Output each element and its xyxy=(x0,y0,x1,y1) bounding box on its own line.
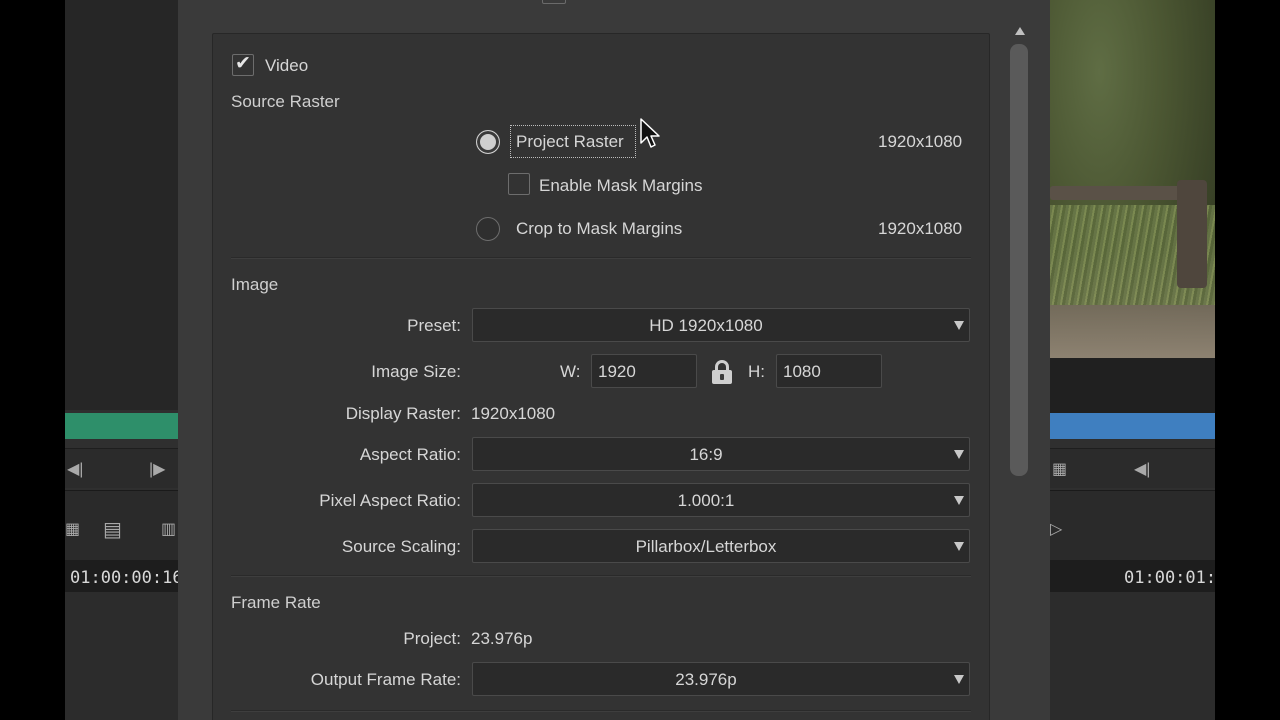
width-input[interactable]: 1920 xyxy=(591,354,697,388)
transport-bar-right: ▦ ◀| xyxy=(1050,448,1215,488)
grid-icon[interactable]: ▦ xyxy=(65,519,80,539)
preset-label: Preset: xyxy=(407,316,461,335)
step-back-icon[interactable]: ◀| xyxy=(1134,459,1150,479)
project-raster-value: 1920x1080 xyxy=(878,132,963,151)
source-scaling-dropdown[interactable]: Pillarbox/Letterbox xyxy=(472,529,970,563)
display-raster-label: Display Raster: xyxy=(345,404,461,423)
timecode-left: 01:00:00:16 xyxy=(70,568,178,588)
project-frame-rate-value: 23.976p xyxy=(471,629,533,648)
video-checkbox[interactable] xyxy=(232,52,254,76)
timeline-toolbar-right: ▷ xyxy=(1050,490,1215,560)
letterbox-left xyxy=(0,0,65,720)
timecode-right: 01:00:01: xyxy=(1124,568,1215,588)
export-settings-dialog: Video Source Raster Project Raster 1920x… xyxy=(178,0,1050,720)
mouse-pointer-icon xyxy=(640,118,660,148)
step-back-icon[interactable]: ◀| xyxy=(67,459,83,479)
chevron-down-icon xyxy=(952,450,966,460)
source-viewer xyxy=(65,0,178,410)
display-raster-value: 1920x1080 xyxy=(471,404,556,423)
height-label: H: xyxy=(748,362,765,381)
step-forward-icon[interactable]: |▶ xyxy=(149,459,165,479)
letterbox-right xyxy=(1215,0,1280,720)
pixel-aspect-value: 1.000:1 xyxy=(677,491,735,510)
chevron-down-icon xyxy=(952,321,966,331)
pixel-aspect-label: Pixel Aspect Ratio: xyxy=(319,491,461,510)
frame-rate-heading: Frame Rate xyxy=(231,593,321,612)
transport-bar-left: ◀| |▶ xyxy=(65,448,178,488)
crop-to-mask-value: 1920x1080 xyxy=(878,219,963,238)
play-small-icon[interactable]: ▷ xyxy=(1050,519,1062,539)
source-scaling-value: Pillarbox/Letterbox xyxy=(635,537,777,556)
output-frame-rate-label: Output Frame Rate: xyxy=(310,670,461,689)
timeline-toolbar-left: ▦ ▤ ▥ xyxy=(65,490,178,560)
lock-icon[interactable] xyxy=(712,360,732,384)
chevron-down-icon xyxy=(952,542,966,552)
aspect-ratio-label: Aspect Ratio: xyxy=(359,445,461,464)
timecode-bar-left: 01:00:00:16 xyxy=(65,560,178,592)
output-frame-rate-value: 23.976p xyxy=(675,670,737,689)
video-settings-panel: Video Source Raster Project Raster 1920x… xyxy=(212,33,990,720)
preset-dropdown[interactable]: HD 1920x1080 xyxy=(472,308,970,342)
aspect-ratio-dropdown[interactable]: 16:9 xyxy=(472,437,970,471)
source-raster-heading: Source Raster xyxy=(231,92,340,111)
record-monitor-frame xyxy=(1050,0,1215,358)
crop-to-mask-label[interactable]: Crop to Mask Margins xyxy=(516,219,682,239)
scrollbar-thumb[interactable] xyxy=(1010,44,1028,476)
crop-to-mask-radio[interactable] xyxy=(476,217,500,241)
timeline-tracks-right xyxy=(1050,592,1215,720)
collapse-handle[interactable] xyxy=(542,0,566,4)
image-heading: Image xyxy=(231,275,279,294)
section-divider xyxy=(231,710,971,712)
section-divider xyxy=(231,575,971,577)
image-size-label: Image Size: xyxy=(371,362,461,381)
width-label: W: xyxy=(560,362,581,381)
project-raster-radio[interactable] xyxy=(476,130,500,154)
enable-mask-margins-label: Enable Mask Margins xyxy=(539,176,703,195)
section-divider xyxy=(231,257,971,259)
source-scaling-label: Source Scaling: xyxy=(341,537,461,556)
film-icon[interactable]: ▦ xyxy=(1052,459,1067,479)
timecode-bar-right: 01:00:01: xyxy=(1050,560,1215,592)
timeline-tracks-left xyxy=(65,592,178,720)
timeline-clip-green xyxy=(65,413,178,439)
arrow-up-icon[interactable] xyxy=(1013,25,1027,37)
fence-rail xyxy=(1050,186,1197,200)
video-label: Video xyxy=(265,56,309,75)
segment-icon[interactable]: ▥ xyxy=(161,519,176,539)
timeline-clip-blue xyxy=(1050,413,1215,439)
monitor-info-bar xyxy=(1050,358,1215,413)
project-raster-label[interactable]: Project Raster xyxy=(516,132,624,152)
aspect-ratio-value: 16:9 xyxy=(689,445,723,464)
fence-post xyxy=(1177,180,1207,288)
chevron-down-icon xyxy=(952,496,966,506)
enable-mask-margins-checkbox[interactable] xyxy=(508,173,530,195)
pixel-aspect-dropdown[interactable]: 1.000:1 xyxy=(472,483,970,517)
height-input[interactable]: 1080 xyxy=(776,354,882,388)
layout-icon[interactable]: ▤ xyxy=(103,517,122,542)
background-editor-left: ◀| |▶ ▦ ▤ ▥ 01:00:00:16 xyxy=(65,0,178,720)
project-frame-rate-label: Project: xyxy=(403,629,461,648)
chevron-down-icon xyxy=(952,675,966,685)
output-frame-rate-dropdown[interactable]: 23.976p xyxy=(472,662,970,696)
preset-value: HD 1920x1080 xyxy=(649,316,763,335)
background-editor-right: ▦ ◀| ▷ 01:00:01: xyxy=(1050,0,1215,720)
